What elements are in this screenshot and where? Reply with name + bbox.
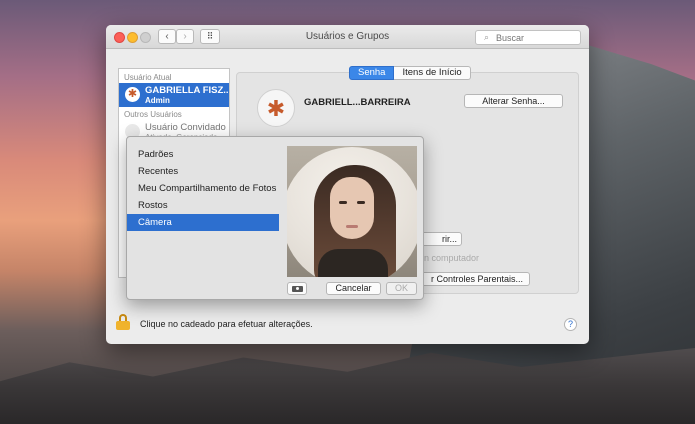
ok-button[interactable]: OK xyxy=(386,282,417,295)
user-role: Admin xyxy=(145,96,170,105)
tab-login-items[interactable]: Itens de Início xyxy=(394,66,471,80)
search-field[interactable]: ⌕ xyxy=(475,30,581,45)
cancel-button[interactable]: Cancelar xyxy=(326,282,381,295)
menu-item-recents[interactable]: Recentes xyxy=(127,163,279,180)
user-list-item-current[interactable]: ✱ GABRIELLA FISZ... Admin xyxy=(119,83,230,107)
title-bar: ‹ › ⠿ Usuários e Grupos ⌕ xyxy=(106,25,589,49)
menu-item-faces[interactable]: Rostos xyxy=(127,197,279,214)
allow-admin-text: n computador xyxy=(424,253,480,263)
search-icon: ⌕ xyxy=(484,32,490,42)
gingerbread-avatar-icon: ✱ xyxy=(125,87,140,102)
current-user-header: Usuário Atual xyxy=(124,73,172,82)
tab-bar: Senha Itens de Início xyxy=(349,66,471,80)
tab-password[interactable]: Senha xyxy=(349,66,395,80)
lock-message: Clique no cadeado para efetuar alteraçõe… xyxy=(140,319,313,329)
user-full-name: GABRIELL...BARREIRA xyxy=(304,97,411,108)
crop-circle xyxy=(287,147,417,277)
picture-picker-popover: Padrões Recentes Meu Compartilhamento de… xyxy=(126,136,424,300)
user-avatar[interactable]: ✱ xyxy=(257,89,295,127)
menu-item-defaults[interactable]: Padrões xyxy=(127,146,279,163)
take-photo-button[interactable] xyxy=(287,282,307,295)
change-password-button[interactable]: Alterar Senha... xyxy=(464,94,563,108)
help-button[interactable]: ? xyxy=(564,318,577,331)
camera-preview xyxy=(287,146,417,277)
picture-source-menu: Padrões Recentes Meu Compartilhamento de… xyxy=(127,146,279,231)
menu-item-photo-stream[interactable]: Meu Compartilhamento de Fotos xyxy=(127,180,279,197)
menu-item-camera[interactable]: Câmera xyxy=(127,214,279,231)
search-input[interactable] xyxy=(496,32,576,43)
other-users-header: Outros Usuários xyxy=(124,110,182,119)
user-name: Usuário Convidado xyxy=(145,122,226,133)
lock-icon[interactable] xyxy=(116,314,130,330)
user-name: GABRIELLA FISZ... xyxy=(145,85,230,96)
gingerbread-icon: ✱ xyxy=(266,96,286,121)
